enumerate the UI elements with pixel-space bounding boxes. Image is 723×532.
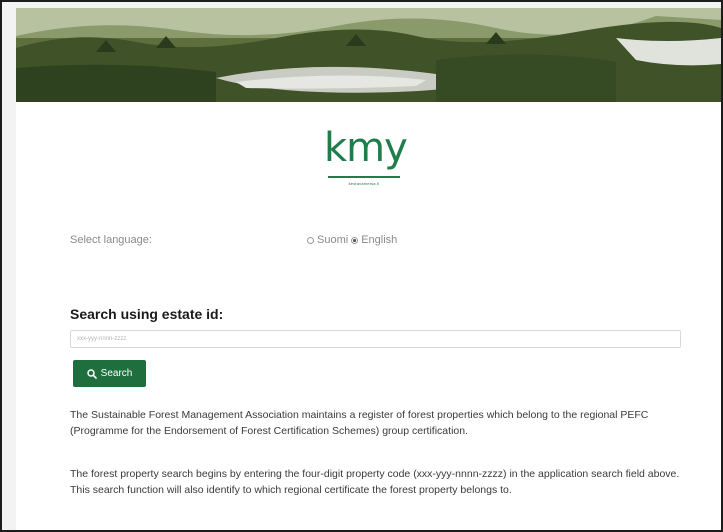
search-button-label: Search [100,368,133,379]
select-language-label: Select language: [70,234,152,246]
left-margin [2,2,16,530]
page-frame: kmy kestavametsa.fi Select language: Suo… [0,0,723,532]
language-option-english[interactable]: English [361,234,397,246]
kmy-logo: kmy kestavametsa.fi [324,125,408,187]
radio-suomi[interactable] [307,236,314,244]
description-paragraph-1: The Sustainable Forest Management Associ… [70,409,649,437]
search-icon [86,368,97,379]
language-options: Suomi English [307,234,397,246]
logo-subtext: kestavametsa.fi [348,181,380,186]
search-button[interactable]: Search [73,360,146,387]
logo-underline [328,176,400,178]
estate-id-input[interactable] [70,330,681,348]
logo-wordmark: kmy [324,125,408,171]
forest-lake-banner [16,8,721,102]
description-paragraph-2: The forest property search begins by ent… [70,468,680,496]
language-option-suomi[interactable]: Suomi [317,234,348,246]
search-heading: Search using estate id: [70,306,224,322]
banner-image [16,8,721,102]
radio-english[interactable] [351,236,359,244]
